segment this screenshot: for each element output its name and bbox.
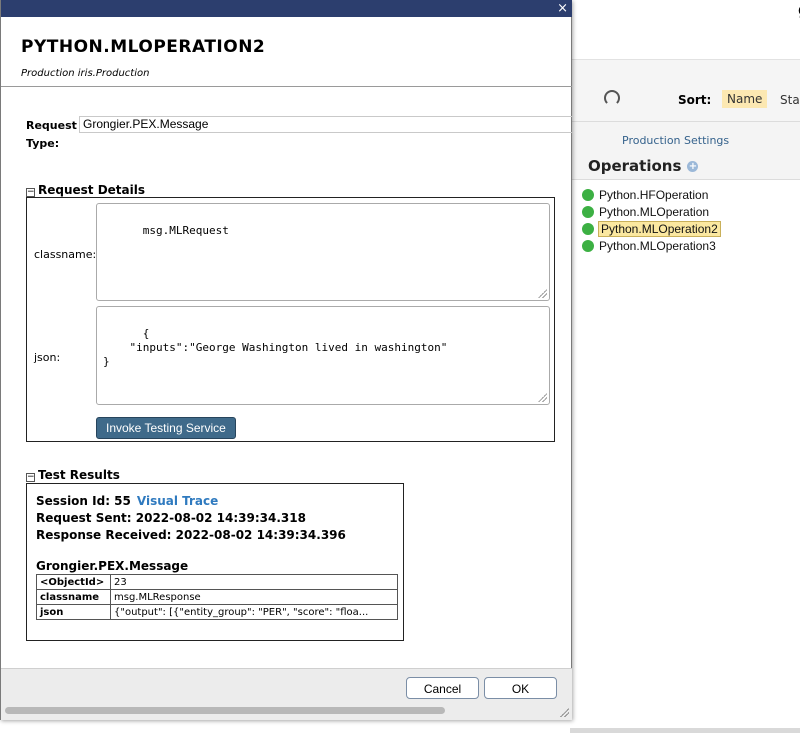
resize-handle-icon[interactable]	[537, 392, 547, 402]
invoke-testing-service-button[interactable]: Invoke Testing Service	[96, 417, 236, 439]
operation-item[interactable]: Python.HFOperation	[582, 186, 800, 203]
sort-label: Sort:	[678, 93, 712, 107]
status-dot-icon	[582, 239, 594, 252]
dialog-footer: Cancel OK	[1, 668, 572, 720]
close-icon[interactable]: ×	[557, 0, 568, 17]
operation-label[interactable]: Python.MLOperation3	[598, 238, 719, 254]
dialog-subtitle: Production iris.Production	[21, 68, 150, 79]
bottom-bar	[570, 728, 800, 733]
test-results-panel: Session Id: 55 Visual Trace Request Sent:…	[26, 483, 404, 641]
add-operation-icon[interactable]: +	[687, 161, 699, 172]
table-row: classname msg.MLResponse	[36, 589, 398, 605]
sort-by-status-button[interactable]: Sta	[780, 93, 800, 107]
cancel-button[interactable]: Cancel	[406, 677, 479, 699]
operations-header: Operations +	[588, 157, 699, 175]
status-dot-icon	[582, 222, 594, 235]
refresh-icon[interactable]	[604, 90, 620, 106]
classname-value: msg.MLRequest	[142, 224, 229, 237]
row-value: msg.MLResponse	[110, 589, 398, 605]
row-key: classname	[36, 589, 111, 605]
operation-label[interactable]: Python.MLOperation2	[598, 220, 721, 237]
operations-list: Python.HFOperation Python.MLOperation Py…	[582, 186, 800, 254]
request-type-label: Request Type:	[26, 119, 77, 150]
response-table: <ObjectId> 23 classname msg.MLResponse j…	[36, 574, 398, 620]
row-value: 23	[110, 574, 398, 590]
dialog-titlebar[interactable]: ×	[1, 0, 572, 17]
settings-bar: Production Settings Operations +	[570, 122, 800, 180]
visual-trace-link[interactable]: Visual Trace	[137, 494, 218, 508]
request-sent: Request Sent: 2022-08-02 14:39:34.318	[36, 511, 306, 525]
sort-bar: Sort: Name Sta	[570, 60, 800, 122]
collapse-icon[interactable]: −	[26, 473, 35, 482]
json-label: json:	[34, 351, 61, 364]
production-page: g Sort: Name Sta Production Settings Ope…	[570, 0, 800, 733]
classname-textarea[interactable]: msg.MLRequest	[96, 203, 550, 301]
production-settings-link[interactable]: Production Settings	[622, 134, 729, 147]
top-bar: g	[570, 0, 800, 60]
status-dot-icon	[582, 188, 594, 201]
request-details-header[interactable]: − Request Details	[26, 183, 145, 197]
session-id-line: Session Id: 55 Visual Trace	[36, 494, 218, 508]
operation-label[interactable]: Python.HFOperation	[598, 187, 711, 203]
status-dot-icon	[582, 205, 594, 218]
dialog-resize-handle-icon[interactable]	[559, 707, 569, 717]
collapse-icon[interactable]: −	[26, 188, 35, 197]
request-details-panel: classname: msg.MLRequest json: { "inputs…	[26, 197, 555, 442]
sort-by-name-button[interactable]: Name	[722, 90, 768, 108]
row-value: {"output": [{"entity_group": "PER", "sco…	[110, 604, 398, 620]
session-id: Session Id: 55	[36, 494, 131, 508]
response-message-class: Grongier.PEX.Message	[36, 559, 189, 573]
dialog-header: PYTHON.MLOPERATION2 Production iris.Prod…	[1, 17, 572, 87]
response-received: Response Received: 2022-08-02 14:39:34.3…	[36, 528, 346, 542]
operation-item-selected[interactable]: Python.MLOperation2	[582, 220, 800, 237]
operation-label[interactable]: Python.MLOperation	[598, 204, 712, 220]
operation-item[interactable]: Python.MLOperation3	[582, 237, 800, 254]
testing-service-dialog: × PYTHON.MLOPERATION2 Production iris.Pr…	[0, 0, 572, 720]
table-row: <ObjectId> 23	[36, 574, 398, 590]
resize-handle-icon[interactable]	[537, 288, 547, 298]
test-results-header[interactable]: − Test Results	[26, 468, 120, 482]
json-value: { "inputs":"George Washington lived in w…	[103, 327, 448, 368]
table-row: json {"output": [{"entity_group": "PER",…	[36, 604, 398, 620]
operation-item[interactable]: Python.MLOperation	[582, 203, 800, 220]
request-type-field[interactable]: Grongier.PEX.Message	[79, 116, 572, 133]
dialog-title: PYTHON.MLOPERATION2	[21, 37, 266, 57]
classname-label: classname:	[34, 248, 97, 261]
json-textarea[interactable]: { "inputs":"George Washington lived in w…	[96, 306, 550, 405]
row-key: json	[36, 604, 111, 620]
horizontal-scrollbar[interactable]	[5, 707, 445, 714]
row-key: <ObjectId>	[36, 574, 111, 590]
request-details-title: Request Details	[38, 183, 146, 197]
test-results-title: Test Results	[38, 468, 120, 482]
operations-title: Operations	[588, 157, 682, 175]
ok-button[interactable]: OK	[484, 677, 557, 699]
